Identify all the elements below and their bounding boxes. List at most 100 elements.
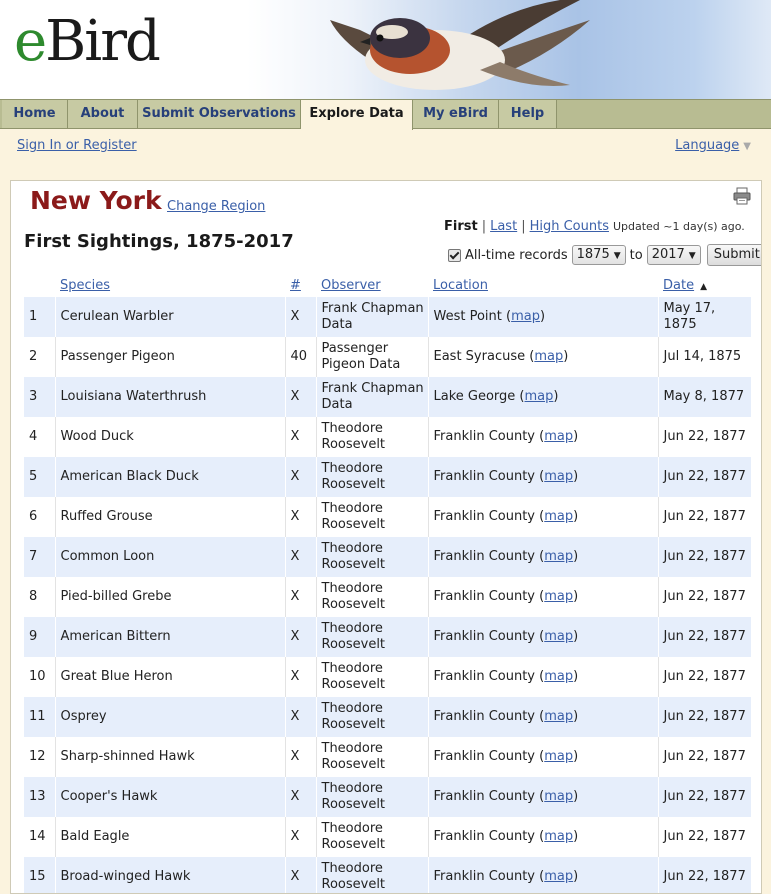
observer-cell: Passenger Pigeon Data (315, 337, 428, 377)
nav-tab-help[interactable]: Help (499, 100, 557, 128)
row-number: 6 (24, 497, 55, 537)
species-cell: Cooper's Hawk (54, 777, 285, 817)
location-name: Franklin County (433, 469, 536, 484)
map-link[interactable]: map (544, 669, 573, 684)
date-cell: May 8, 1877 (657, 377, 751, 417)
nav-tab-explore-data[interactable]: Explore Data (301, 100, 413, 130)
view-high-counts-link[interactable]: High Counts (530, 219, 609, 234)
observer-cell: Theodore Roosevelt (315, 577, 428, 617)
map-link[interactable]: map (534, 349, 563, 364)
table-row: 9 American Bittern X Theodore Roosevelt Fran… (24, 617, 751, 657)
observer-cell: Theodore Roosevelt (315, 777, 428, 817)
location-cell: West Point (map) (427, 297, 658, 337)
species-cell: Broad-winged Hawk (54, 857, 285, 893)
map-link[interactable]: map (525, 389, 554, 404)
date-cell: Jun 22, 1877 (657, 617, 751, 657)
map-link[interactable]: map (544, 589, 573, 604)
species-cell: Bald Eagle (54, 817, 285, 857)
row-number: 2 (24, 337, 55, 377)
species-cell: Passenger Pigeon (54, 337, 285, 377)
location-name: Franklin County (433, 509, 536, 524)
submit-button[interactable]: Submit (706, 244, 761, 266)
change-region-link[interactable]: Change Region (167, 199, 265, 214)
col-observer-header[interactable]: Observer (316, 273, 428, 297)
location-name: Franklin County (433, 789, 536, 804)
species-cell: Wood Duck (54, 417, 285, 457)
location-cell: Franklin County (map) (427, 577, 658, 617)
sign-in-register-link[interactable]: Sign In or Register (17, 138, 137, 153)
map-link[interactable]: map (544, 749, 573, 764)
location-name: Franklin County (433, 669, 536, 684)
site-header: eBird (0, 0, 771, 99)
date-cell: Jun 22, 1877 (657, 657, 751, 697)
species-cell: American Black Duck (54, 457, 285, 497)
location-name: Franklin County (433, 869, 536, 884)
region-title: New York (30, 186, 162, 215)
to-label: to (629, 247, 643, 263)
species-cell: Osprey (54, 697, 285, 737)
table-row: 6 Ruffed Grouse X Theodore Roosevelt Frankli… (24, 497, 751, 537)
map-link[interactable]: map (544, 709, 573, 724)
row-number: 5 (24, 457, 55, 497)
location-cell: Franklin County (map) (427, 777, 658, 817)
map-link[interactable]: map (544, 429, 573, 444)
map-link[interactable]: map (544, 829, 573, 844)
col-species-header[interactable]: Species (55, 273, 285, 297)
main-nav: Home About Submit Observations Explore D… (0, 99, 771, 130)
nav-tab-home[interactable]: Home (2, 100, 68, 128)
map-link[interactable]: map (544, 469, 573, 484)
count-cell: X (284, 537, 316, 577)
location-cell: Franklin County (map) (427, 857, 658, 893)
location-name: Franklin County (433, 549, 536, 564)
location-name: Lake George (433, 389, 516, 404)
map-link[interactable]: map (544, 509, 573, 524)
col-location-header[interactable]: Location (428, 273, 658, 297)
table-header-row: Species # Observer Location Date ▲ (24, 273, 751, 297)
map-link[interactable]: map (544, 789, 573, 804)
row-number: 12 (24, 737, 55, 777)
table-row: 12 Sharp-shinned Hawk X Theodore Roosevelt F… (24, 737, 751, 777)
observer-cell: Theodore Roosevelt (315, 737, 428, 777)
map-link[interactable]: map (511, 309, 540, 324)
updated-status: Updated ~1 day(s) ago. (612, 220, 745, 233)
date-cell: Jun 22, 1877 (657, 457, 751, 497)
map-link[interactable]: map (544, 869, 573, 884)
observer-cell: Frank Chapman Data (315, 297, 428, 337)
nav-tab-my-ebird[interactable]: My eBird (413, 100, 499, 128)
map-link[interactable]: map (544, 629, 573, 644)
count-cell: X (284, 417, 316, 457)
from-year-select[interactable]: 1875 ▼ (571, 245, 626, 265)
species-cell: Pied-billed Grebe (54, 577, 285, 617)
count-cell: X (284, 497, 316, 537)
nav-tab-submit-observations[interactable]: Submit Observations (138, 100, 301, 128)
location-cell: Franklin County (map) (427, 497, 658, 537)
row-number: 8 (24, 577, 55, 617)
date-cell: Jun 22, 1877 (657, 857, 751, 893)
map-link[interactable]: map (544, 549, 573, 564)
date-cell: May 17, 1875 (657, 297, 751, 337)
observer-cell: Theodore Roosevelt (315, 617, 428, 657)
date-cell: Jun 22, 1877 (657, 577, 751, 617)
language-menu[interactable]: Language ▼ (675, 138, 751, 153)
table-body: 1 Cerulean Warbler X Frank Chapman Data West… (24, 297, 751, 893)
swallow-header-image (330, 0, 590, 90)
to-year-select[interactable]: 2017 ▼ (646, 245, 701, 265)
nav-tab-about[interactable]: About (68, 100, 138, 128)
printer-icon[interactable] (733, 187, 751, 205)
first-sightings-table: Species # Observer Location Date ▲ 1 Cerul… (24, 273, 751, 893)
language-link[interactable]: Language (675, 138, 739, 153)
view-last-link[interactable]: Last (490, 219, 517, 234)
col-date-header[interactable]: Date ▲ (658, 273, 751, 297)
col-count-header[interactable]: # (285, 273, 316, 297)
year-filter: All-time records 1875 ▼ to 2017 ▼ Submit (448, 244, 761, 266)
count-cell: X (284, 297, 316, 337)
row-number: 15 (24, 857, 55, 893)
ebird-logo[interactable]: eBird (14, 14, 161, 70)
species-cell: Great Blue Heron (54, 657, 285, 697)
select-arrow-icon: ▼ (688, 251, 696, 261)
date-cell: Jun 22, 1877 (657, 537, 751, 577)
alltime-records-checkbox[interactable] (448, 248, 461, 262)
view-switcher: First | Last | High Counts Updated ~1 day(s) … (444, 219, 745, 234)
view-first-current: First (444, 219, 478, 234)
location-cell: Lake George (map) (427, 377, 658, 417)
